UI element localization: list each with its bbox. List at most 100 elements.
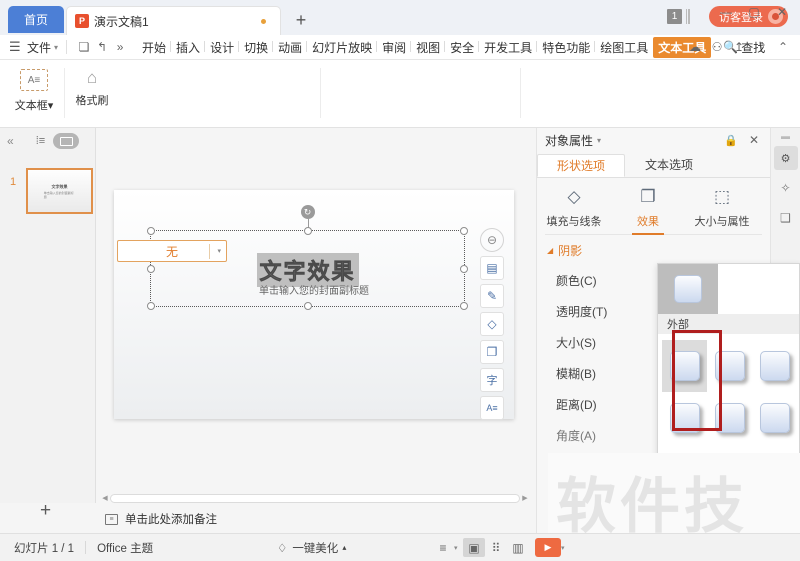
save-icon[interactable]: ❏: [75, 40, 93, 54]
text-align-icon[interactable]: A≡: [480, 396, 504, 420]
new-tab-label: +: [295, 9, 307, 30]
collapse-panel-icon[interactable]: «: [7, 134, 14, 148]
properties-panel-icon[interactable]: ⚙: [773, 146, 798, 170]
slide-thumbnail-1[interactable]: 文字效果 单击输入您的封面副标题: [26, 168, 93, 214]
maximize-button[interactable]: ▢: [740, 2, 768, 22]
resize-handle-se[interactable]: [460, 302, 468, 310]
lock-icon[interactable]: 🔒: [724, 134, 738, 147]
new-tab-button[interactable]: +: [290, 9, 312, 31]
theme-label[interactable]: Office 主题: [97, 540, 153, 556]
tab-text-options[interactable]: 文本选项: [625, 154, 713, 177]
view-mode-icon[interactable]: ≡: [432, 538, 454, 557]
wps-presentation-window: 首页 P 演示文稿1 + 1 访客登录 — ▢ ✕ ☰ 文件 ▾ ❏ ↰ » 开…: [0, 0, 800, 561]
menubar-right-icons: ☁ ⚇ ↥ ⋮ ⌃: [684, 40, 794, 54]
beautify-label: 一键美化: [292, 542, 339, 555]
view-mode-caret-icon[interactable]: ▾: [454, 544, 463, 552]
file-menu-caret-icon[interactable]: ▾: [54, 43, 58, 52]
tab-home[interactable]: 首页: [8, 6, 64, 33]
beautify-button[interactable]: ♢ 一键美化 ▴: [277, 540, 346, 556]
text-icon[interactable]: 字: [480, 368, 504, 392]
normal-view-icon[interactable]: ▣: [463, 538, 485, 557]
file-menu[interactable]: 文件: [27, 39, 51, 56]
resize-handle-sw[interactable]: [147, 302, 155, 310]
textbox-group[interactable]: A≡ 文本框▾: [6, 60, 62, 126]
rotate-handle-icon[interactable]: ↻: [300, 205, 315, 219]
close-button[interactable]: ✕: [768, 2, 796, 22]
animation-icon[interactable]: ✧: [774, 176, 798, 200]
scroll-right-icon[interactable]: ▶: [520, 494, 530, 502]
shadow-preset-select[interactable]: 无 ▾: [117, 240, 227, 262]
subtab-fill-line[interactable]: ◇ 填充与线条: [537, 185, 611, 234]
panel-title-caret-icon[interactable]: ▾: [597, 136, 601, 145]
slide-sorter-icon[interactable]: ⠿: [485, 538, 507, 557]
shadow-swatch-5: [759, 403, 790, 433]
ribbon-tab-6[interactable]: 审阅: [377, 39, 412, 56]
resize-handle-n[interactable]: [303, 227, 312, 235]
shadow-section-header[interactable]: ◢ 阴影: [537, 235, 770, 265]
scroll-thumb[interactable]: [110, 493, 520, 503]
hamburger-icon[interactable]: ☰: [9, 39, 23, 55]
resize-handle-ne[interactable]: [460, 227, 468, 235]
menu-bar: ☰ 文件 ▾ ❏ ↰ » 开始 插入 设计 切换 动画 幻灯片放映 审阅 视图 …: [0, 35, 800, 60]
start-slideshow-button[interactable]: ▶: [535, 538, 561, 557]
slide-editing-surface[interactable]: ↻ 文字效果 单击输入您的封面副标题: [114, 190, 514, 419]
ribbon-tab-8[interactable]: 安全: [445, 39, 480, 56]
subtab-effects-label: 效果: [637, 216, 659, 228]
format-painter-button[interactable]: ⌂ 格式刷: [70, 68, 114, 108]
shadow-option-none[interactable]: [658, 264, 718, 314]
tab-shape-options[interactable]: 形状选项: [537, 154, 625, 177]
close-panel-icon[interactable]: ✕: [749, 133, 759, 147]
ribbon-tab-0[interactable]: 开始: [137, 39, 172, 56]
more-commands-icon[interactable]: »: [111, 40, 129, 54]
horizontal-scrollbar[interactable]: ◀ ▶: [100, 492, 530, 504]
window-controls: — ▢ ✕: [712, 2, 796, 22]
brush-icon[interactable]: ✎: [480, 284, 504, 308]
view-controls: ≡ ▾ ▣ ⠿ ▥ ▶ ▾: [432, 538, 570, 557]
ribbon-tab-7[interactable]: 视图: [411, 39, 446, 56]
ribbon-tab-3[interactable]: 切换: [239, 39, 274, 56]
layout-layers-icon[interactable]: ▤: [480, 256, 504, 280]
shadow-preset-dropdown[interactable]: 外部: [657, 263, 800, 458]
subtab-size-props[interactable]: ⬚ 大小与属性: [685, 185, 759, 234]
person-add-icon[interactable]: ⚇: [706, 40, 728, 54]
resize-handle-e[interactable]: [460, 264, 468, 273]
shadow-option-2[interactable]: [752, 340, 797, 392]
collapse-ribbon-icon[interactable]: ⌃: [772, 40, 794, 54]
slide-view-icon[interactable]: [53, 133, 80, 149]
scroll-left-icon[interactable]: ◀: [100, 494, 110, 502]
selection-pane-icon[interactable]: ❑: [774, 206, 798, 230]
ribbon-tab-10[interactable]: 特色功能: [537, 39, 596, 56]
outline-view-icon[interactable]: ⁞≡: [36, 135, 45, 147]
reading-view-icon[interactable]: ▥: [507, 538, 529, 557]
minimize-button[interactable]: —: [712, 2, 740, 22]
collapse-glyph: «: [7, 134, 14, 148]
title-bar: 首页 P 演示文稿1 + 1 访客登录 — ▢ ✕: [0, 0, 800, 35]
notes-pane[interactable]: ≡ 单击此处添加备注: [96, 506, 536, 532]
resize-handle-s[interactable]: [303, 302, 312, 310]
fill-shape-icon[interactable]: ◇: [480, 312, 504, 336]
ribbon-tab-5[interactable]: 幻灯片放映: [307, 39, 378, 56]
ribbon-tab-9[interactable]: 开发工具: [479, 39, 538, 56]
undo-icon[interactable]: ↰: [93, 40, 111, 54]
ribbon-tab-11[interactable]: 绘图工具: [595, 39, 653, 56]
reading-glyph: ▥: [512, 540, 524, 555]
share-icon[interactable]: ↥: [728, 40, 750, 54]
ribbon-tab-1[interactable]: 插入: [171, 39, 206, 56]
resize-handle-w[interactable]: [147, 264, 155, 273]
collapse-toolbar-button[interactable]: ⊖: [480, 228, 504, 252]
slideshow-caret-icon[interactable]: ▾: [561, 544, 570, 552]
cloud-icon[interactable]: ☁: [684, 40, 706, 54]
notification-badge[interactable]: 1: [667, 9, 682, 24]
tab-document[interactable]: P 演示文稿1: [66, 6, 281, 35]
more-vert-icon[interactable]: ⋮: [750, 40, 772, 54]
subtab-effects[interactable]: ❐ 效果: [611, 185, 685, 235]
ribbon-tab-4[interactable]: 动画: [273, 39, 308, 56]
resize-handle-nw[interactable]: [147, 227, 155, 235]
divider: [66, 40, 68, 54]
crop-frame-icon[interactable]: ❐: [480, 340, 504, 364]
shadow-option-5[interactable]: [752, 392, 797, 444]
ribbon-tab-2[interactable]: 设计: [205, 39, 240, 56]
slide-subtitle-text[interactable]: 单击输入您的封面副标题: [259, 282, 369, 297]
add-slide-button[interactable]: +: [40, 500, 51, 522]
caret-glyph: ▾: [54, 42, 59, 52]
